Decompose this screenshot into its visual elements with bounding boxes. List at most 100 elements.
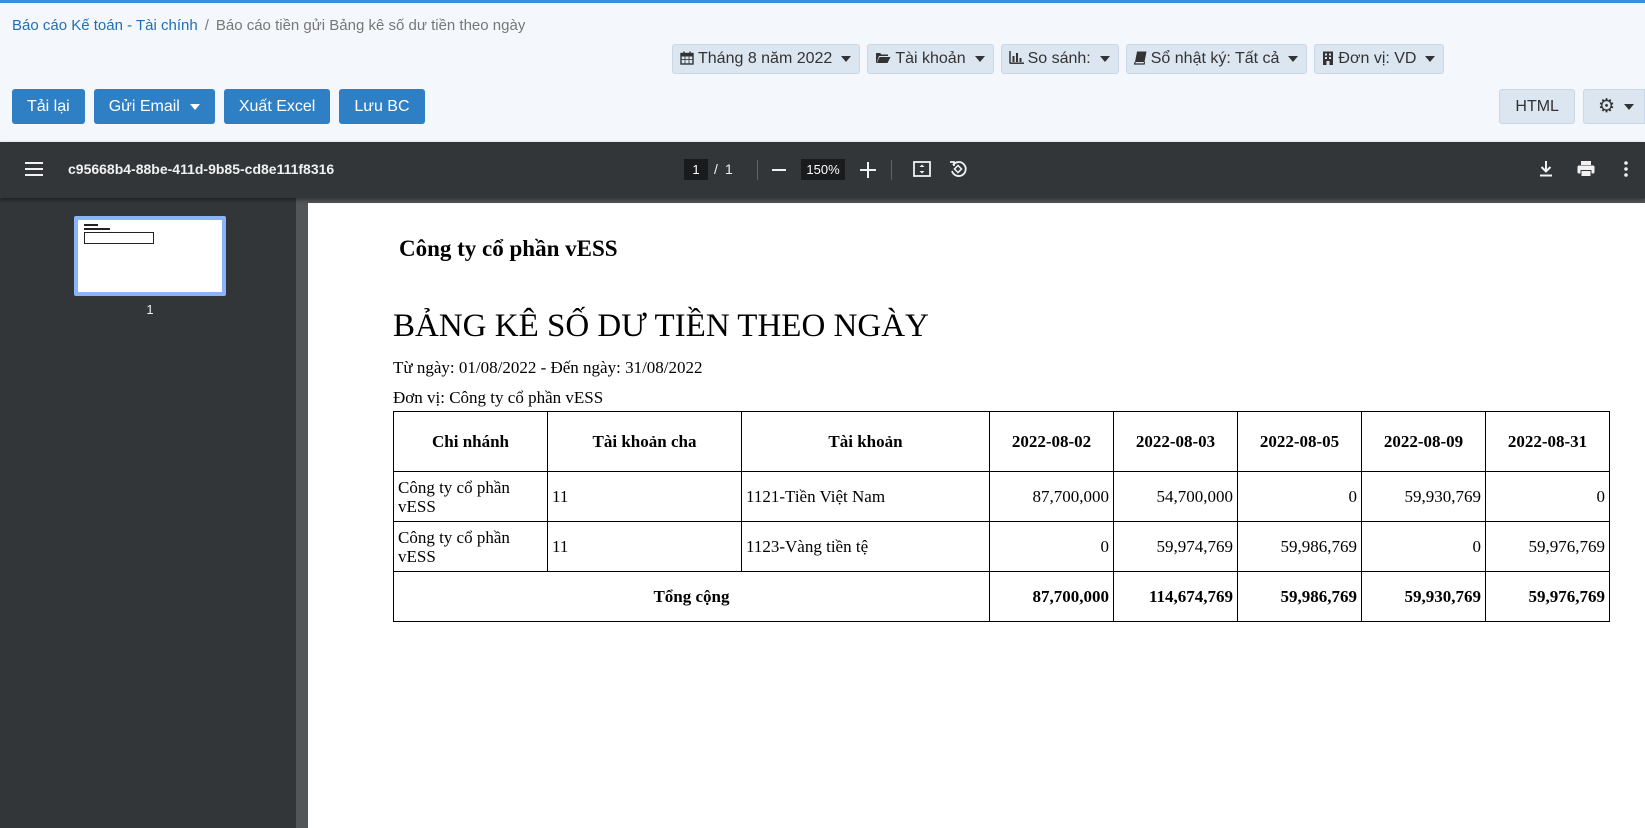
reload-button[interactable]: Tải lại [12,89,85,124]
column-header-branch: Chi nhánh [393,411,548,472]
settings-dropdown-button[interactable]: ⚙ [1582,89,1645,124]
account-filter-label: Tài khoản [895,50,966,67]
calendar-icon [680,51,694,68]
toolbar-divider [891,160,892,180]
folder-open-icon [875,51,891,67]
balance-cell: 0 [1237,471,1362,522]
total-label: Tổng cộng [393,571,990,622]
account-cell: 1121-Tiền Việt Nam [741,471,990,522]
building-icon [1322,51,1334,68]
page-thumbnail[interactable] [74,216,226,296]
chevron-down-icon [841,56,852,62]
column-header-date: 2022-08-03 [1113,411,1238,472]
rotate-icon[interactable] [947,158,969,180]
balance-cell: 59,986,769 [1237,521,1362,572]
download-icon[interactable] [1535,158,1557,180]
page-number-input[interactable]: 1 [684,159,708,180]
save-report-button[interactable]: Lưu BC [339,89,425,124]
balance-cell: 59,930,769 [1361,471,1486,522]
page-separator: / [714,161,718,177]
zoom-in-icon[interactable] [860,162,876,178]
account-filter-dropdown[interactable]: Tài khoản [867,44,994,74]
breadcrumb-current: Báo cáo tiền gửi Bảng kê số dư tiền theo… [215,17,526,34]
branch-cell: Công ty cổ phần vESS [393,521,548,572]
right-action-bar: HTML ⚙ [1499,89,1645,124]
compare-filter-label: So sánh: [1027,50,1091,67]
balance-cell: 59,976,769 [1485,521,1610,572]
total-cell: 59,986,769 [1237,571,1362,622]
column-header-date: 2022-08-05 [1237,411,1362,472]
chevron-down-icon [974,56,985,62]
unit-filter-dropdown[interactable]: Đơn vị: VD [1314,44,1445,74]
breadcrumb-parent-link[interactable]: Báo cáo Kế toán - Tài chính [12,17,198,34]
account-cell: 1123-Vàng tiền tệ [741,521,990,572]
balance-cell: 87,700,000 [989,471,1114,522]
unit-filter-label: Đơn vị: VD [1338,50,1417,67]
thumbnail-table [84,232,154,244]
report-unit: Đơn vị: Công ty cổ phần vESS [393,388,604,407]
column-header-date: 2022-08-31 [1485,411,1610,472]
period-filter-label: Tháng 8 năm 2022 [698,50,833,67]
thumbnail-content [84,224,98,226]
print-icon[interactable] [1575,158,1597,180]
breadcrumb: Báo cáo Kế toán - Tài chính / Báo cáo tiền… [12,17,525,34]
chevron-down-icon [1425,56,1436,62]
export-excel-button[interactable]: Xuất Excel [223,89,331,124]
breadcrumb-separator: / [204,17,209,34]
pdf-page: Công ty cổ phần vESS BẢNG KÊ SỐ DƯ TIỀN … [308,203,1645,828]
balance-cell: 0 [989,521,1114,572]
parent-account-cell: 11 [547,471,742,522]
zoom-level-input[interactable]: 150% [801,159,845,180]
report-date-range: Từ ngày: 01/08/2022 - Đến ngày: 31/08/20… [393,358,703,377]
company-name: Công ty cổ phần vESS [399,236,618,261]
report-title: BẢNG KÊ SỐ DƯ TIỀN THEO NGÀY [393,308,929,344]
zoom-out-icon[interactable] [772,169,786,171]
balance-cell: 59,974,769 [1113,521,1238,572]
fit-page-icon[interactable] [911,158,933,180]
chevron-down-icon [1288,56,1299,62]
menu-icon[interactable] [25,162,43,176]
total-cell: 114,674,769 [1113,571,1238,622]
book-icon [1133,51,1147,68]
toolbar-divider [757,160,758,180]
action-bar: Tải lại Gửi Email Xuất Excel Lưu BC [12,89,425,124]
total-row: Tổng cộng 87,700,000 114,674,769 59,986,… [393,571,1610,622]
table-row: Công ty cổ phần vESS 11 1121-Tiền Việt N… [393,471,1610,522]
table-row: Công ty cổ phần vESS 11 1123-Vàng tiền t… [393,521,1610,572]
chevron-down-icon [189,103,200,110]
more-options-icon[interactable] [1615,158,1637,180]
column-header-date: 2022-08-02 [989,411,1114,472]
html-view-button[interactable]: HTML [1499,89,1575,124]
bar-chart-icon [1008,51,1024,67]
table-header-row: Chi nhánh Tài khoản cha Tài khoản 2022-0… [393,411,1610,472]
thumbnail-content [84,228,110,230]
pdf-viewer-toolbar: c95668b4-88be-411d-9b85-cd8e111f8316 1 /… [0,142,1645,198]
total-cell: 59,976,769 [1485,571,1610,622]
pdf-file-name: c95668b4-88be-411d-9b85-cd8e111f8316 [68,161,335,177]
send-email-dropdown-button[interactable]: Gửi Email [93,89,215,124]
balance-cell: 0 [1485,471,1610,522]
chevron-down-icon [1624,103,1634,110]
filter-bar: Tháng 8 năm 2022 Tài khoản So sánh: Sổ n… [672,44,1445,74]
chevron-down-icon [1099,56,1110,62]
page-total: 1 [725,161,733,177]
compare-filter-dropdown[interactable]: So sánh: [1000,44,1119,74]
balance-cell: 54,700,000 [1113,471,1238,522]
gear-icon: ⚙ [1597,96,1615,117]
parent-account-cell: 11 [547,521,742,572]
period-filter-dropdown[interactable]: Tháng 8 năm 2022 [672,44,861,74]
balance-cell: 0 [1361,521,1486,572]
journal-filter-label: Sổ nhật ký: Tất cả [1150,50,1280,67]
column-header-parent-account: Tài khoản cha [547,411,742,472]
total-cell: 59,930,769 [1361,571,1486,622]
total-cell: 87,700,000 [989,571,1114,622]
branch-cell: Công ty cổ phần vESS [393,471,548,522]
thumbnail-sidebar: 1 [0,198,296,828]
journal-filter-dropdown[interactable]: Sổ nhật ký: Tất cả [1125,44,1308,74]
balance-table: Chi nhánh Tài khoản cha Tài khoản 2022-0… [393,411,1610,622]
column-header-account: Tài khoản [741,411,990,472]
app-header: Báo cáo Kế toán - Tài chính / Báo cáo tiền… [0,3,1645,142]
thumbnail-page-label: 1 [146,302,154,317]
column-header-date: 2022-08-09 [1361,411,1486,472]
send-email-label: Gửi Email [108,97,180,115]
